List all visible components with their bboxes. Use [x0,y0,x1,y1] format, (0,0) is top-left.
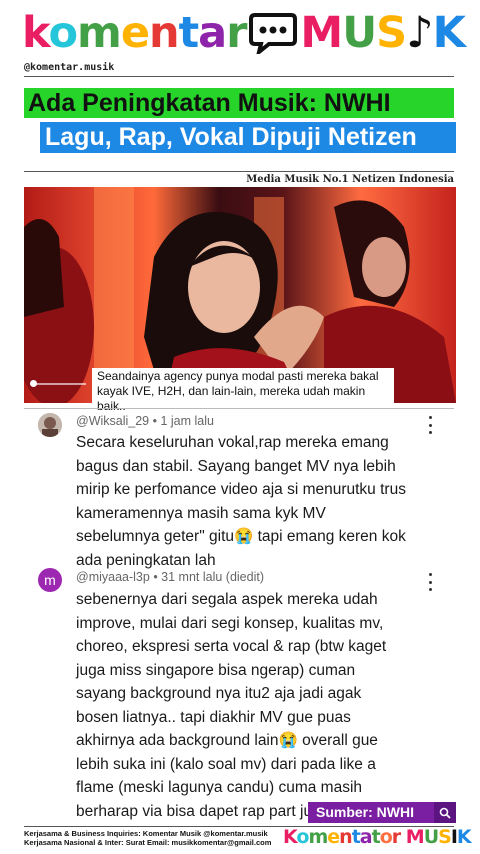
headline-primary: Ada Peningkatan Musik: NWHI [24,88,454,118]
comment-meta: @miyaaa-l3p • 31 mnt lalu (diedit) [76,570,264,584]
more-options-icon[interactable] [425,573,435,591]
source-badge: Sumber: NWHI [308,802,456,823]
video-progress-handle[interactable] [30,380,37,387]
comment-time: 31 mnt lalu (diedit) [161,570,264,584]
logo-word-musik: MUS♪K [300,7,465,58]
brand-handle: @komentar.musik [24,62,115,73]
footer-logo: Komentator MUSIK [283,826,472,848]
logo-word-komentar: komentar [22,7,247,58]
divider [24,408,454,409]
comment-author[interactable]: @miyaaa-l3p [76,570,150,584]
footer-contact: Kerjasama & Business Inquiries: Komentar… [24,829,272,847]
avatar[interactable] [38,413,62,437]
brand-tagline: Media Musik No.1 Netizen Indonesia [246,174,454,185]
divider [24,171,454,172]
comment-text: Secara keseluruhan vokal,rap mereka eman… [76,434,406,569]
avatar[interactable]: m [38,568,62,592]
chat-bubble-icon [248,11,298,55]
brand-logo: komentar MUS♪K [22,7,466,58]
meta-separator: • [153,570,162,584]
headline-secondary: Lagu, Rap, Vokal Dipuji Netizen [40,122,456,153]
comment-meta: @Wiksali_29 • 1 jam lalu [76,414,214,428]
footer-line-2: Kerjasama Nasional & Inter: Surat Email:… [24,837,272,847]
divider [24,76,454,77]
comment-text: sebenernya dari segala aspek mereka udah… [76,591,388,820]
comment-time: 1 jam lalu [160,414,214,428]
source-label: Sumber: NWHI [316,804,414,820]
search-icon[interactable] [434,802,456,823]
video-progress-track[interactable] [32,383,86,385]
more-options-icon[interactable] [425,416,435,434]
comment-author[interactable]: @Wiksali_29 [76,414,149,428]
avatar-letter: m [44,572,56,588]
